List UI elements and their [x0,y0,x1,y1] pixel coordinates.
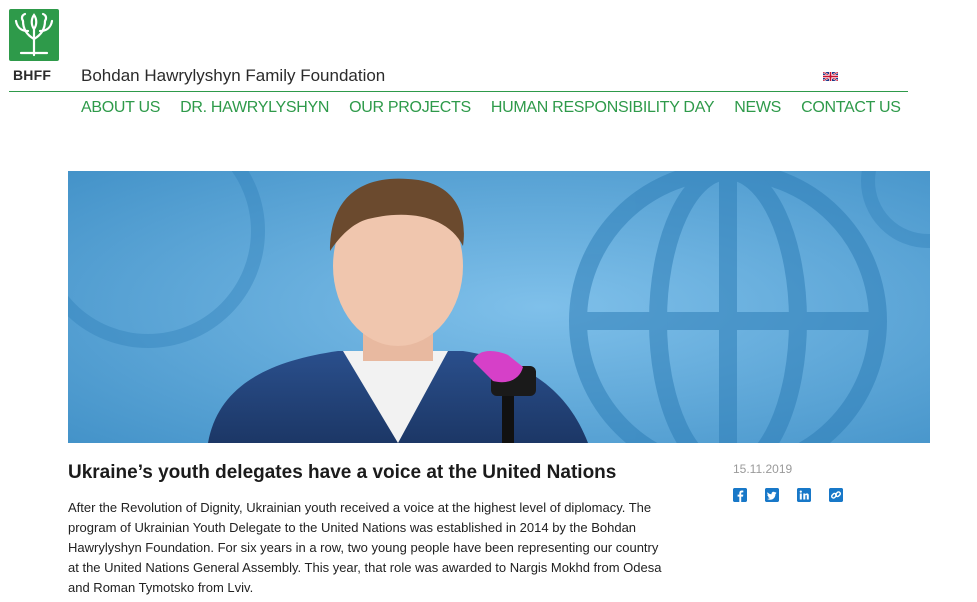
article-hero-image [68,171,930,443]
share-link-button[interactable] [829,488,843,502]
link-icon [829,488,843,502]
nav-our-projects[interactable]: OUR PROJECTS [349,99,471,117]
logo-abbreviation: BHFF [13,67,52,83]
share-linkedin-button[interactable] [797,488,811,502]
site-title[interactable]: Bohdan Hawrylyshyn Family Foundation [81,66,385,86]
share-facebook-button[interactable] [733,488,747,502]
facebook-icon [733,488,747,502]
language-switcher[interactable] [823,72,838,81]
nav-about-us[interactable]: ABOUT US [81,99,160,117]
nav-dr-hawrylyshyn[interactable]: DR. HAWRYLYSHYN [180,99,329,117]
article-title: Ukraine’s youth delegates have a voice a… [68,462,617,483]
uk-flag-icon [823,72,838,81]
logo[interactable] [9,9,59,61]
share-twitter-button[interactable] [765,488,779,502]
linkedin-icon [797,488,811,502]
nav-news[interactable]: NEWS [734,99,781,117]
tree-logo-icon [14,12,54,57]
nav-human-responsibility-day[interactable]: HUMAN RESPONSIBILITY DAY [491,99,715,117]
nav-contact-us[interactable]: CONTACT US [801,99,901,117]
article-body: After the Revolution of Dignity, Ukraini… [68,500,662,595]
header-divider [9,91,908,92]
article-date: 15.11.2019 [733,462,793,476]
main-nav: ABOUT US DR. HAWRYLYSHYN OUR PROJECTS HU… [81,99,901,117]
twitter-icon [765,488,779,502]
speaker-photo [68,171,930,443]
share-buttons [733,488,843,502]
